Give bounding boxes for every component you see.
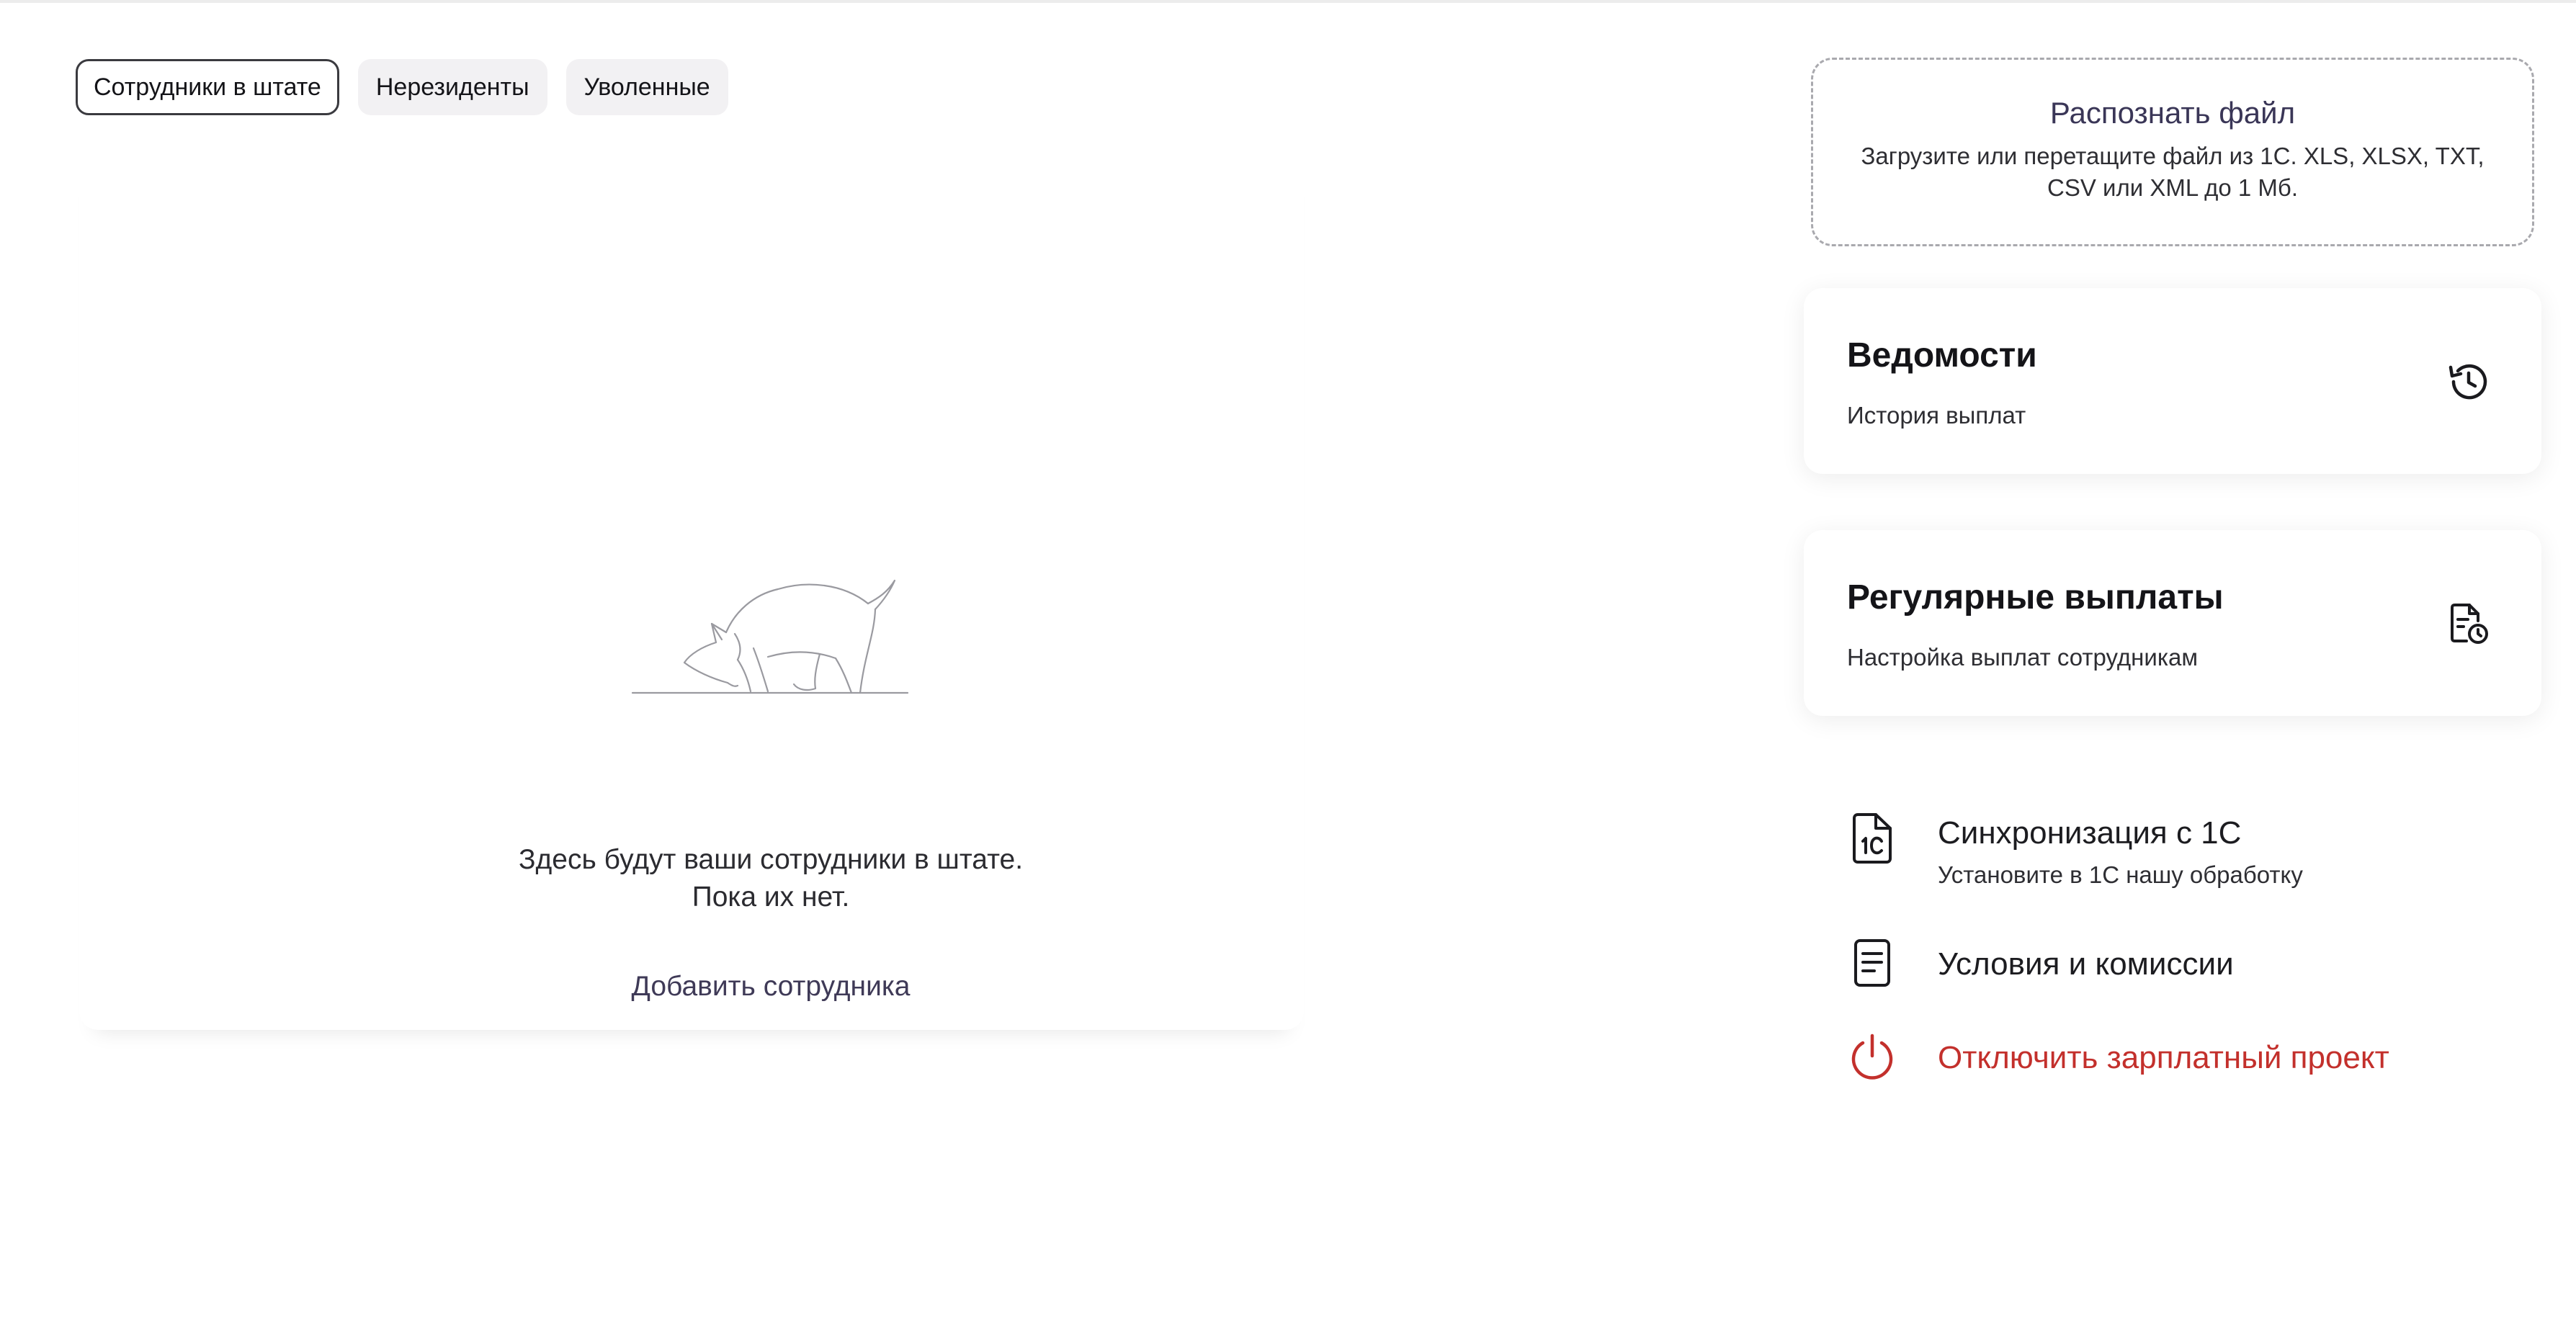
statements-subtitle: История выплат bbox=[1847, 402, 2026, 429]
statements-card[interactable]: Ведомости История выплат bbox=[1804, 288, 2541, 474]
document-lines-icon bbox=[1854, 939, 1890, 987]
empty-state-line-2: Пока их нет. bbox=[692, 882, 850, 913]
sync-1c-label: Синхронизация с 1С bbox=[1938, 815, 2242, 851]
dog-illustration bbox=[631, 579, 909, 694]
dropzone-title: Распознать файл bbox=[2049, 96, 2296, 130]
terms-label: Условия и комиссии bbox=[1938, 946, 2234, 982]
statements-title: Ведомости bbox=[1847, 336, 2037, 375]
document-clock-icon bbox=[2451, 604, 2488, 644]
1c-file-icon bbox=[1853, 813, 1892, 864]
regular-payments-card[interactable]: Регулярные выплаты Настройка выплат сотр… bbox=[1804, 530, 2541, 716]
tab-nonresidents[interactable]: Нерезиденты bbox=[357, 59, 547, 115]
regular-payments-title: Регулярные выплаты bbox=[1847, 578, 2224, 617]
tab-staff[interactable]: Сотрудники в штате bbox=[76, 59, 339, 115]
dropzone-subtitle: Загрузите или перетащите файл из 1С. XLS… bbox=[1861, 143, 2485, 201]
employee-tabs: Сотрудники в штате Нерезиденты Уволенные bbox=[76, 59, 728, 115]
power-icon bbox=[1851, 1034, 1893, 1080]
sync-1c-subtitle: Установите в 1С нашу обработку bbox=[1938, 861, 2303, 888]
add-employee-link[interactable]: Добавить сотрудника bbox=[511, 971, 1030, 1003]
empty-state-line-1: Здесь будут ваши сотрудники в штате. bbox=[518, 844, 1024, 875]
file-dropzone[interactable]: Распознать файл Загрузите или перетащите… bbox=[1811, 58, 2534, 246]
empty-state-text: Здесь будут ваши сотрудники в штате. Пок… bbox=[367, 841, 1174, 916]
disable-salary-project-label: Отключить зарплатный проект bbox=[1938, 1040, 2389, 1075]
history-icon bbox=[2448, 364, 2487, 400]
top-divider bbox=[0, 0, 2576, 3]
employees-panel: Здесь будут ваши сотрудники в штате. Пок… bbox=[79, 158, 1304, 1030]
regular-payments-subtitle: Настройка выплат сотрудникам bbox=[1847, 644, 2199, 671]
tab-dismissed[interactable]: Уволенные bbox=[565, 59, 728, 115]
